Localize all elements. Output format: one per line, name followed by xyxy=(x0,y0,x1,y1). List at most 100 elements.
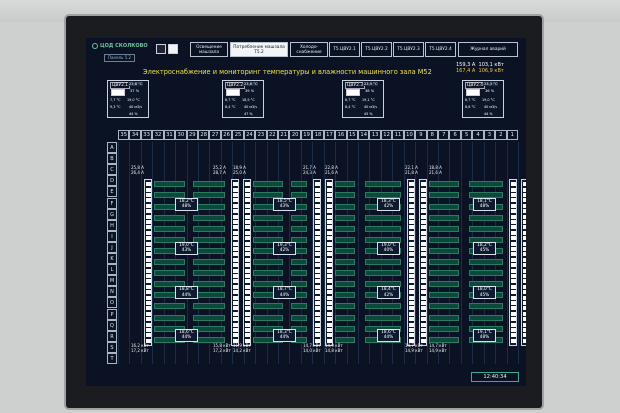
rack-row[interactable] xyxy=(407,179,415,346)
cooling-unit-4[interactable]: ЦВУ2.4 23,3 °С 36 % 6,7 °С 19,0 °С 8,6 °С 40 м… xyxy=(462,80,504,118)
climate-sensor[interactable]: 19,1°C 48% xyxy=(473,328,496,342)
rack-slot xyxy=(327,230,332,235)
home-icon[interactable] xyxy=(168,44,178,54)
rack-slot xyxy=(233,198,238,203)
rack-slot xyxy=(315,247,320,252)
rack-row[interactable] xyxy=(509,179,517,346)
rack-slot xyxy=(315,220,320,225)
rack-slot xyxy=(409,193,414,198)
rack-slot xyxy=(511,257,516,262)
rack-slot xyxy=(327,317,332,322)
row-header-T: T xyxy=(107,352,117,364)
tab-1[interactable]: Освещение машзала xyxy=(190,42,228,57)
back-icon[interactable] xyxy=(156,44,166,54)
rack-slot xyxy=(146,328,151,333)
tab-8[interactable]: Журнал аварий xyxy=(458,42,518,57)
rack-slot xyxy=(233,209,238,214)
server-bar xyxy=(469,303,503,310)
server-bar xyxy=(193,214,225,221)
rack-slot xyxy=(315,257,320,262)
rack-slot xyxy=(421,333,426,338)
column-header-22: 22 xyxy=(266,130,278,140)
climate-sensor[interactable]: 18,3°C 42% xyxy=(377,197,400,211)
hmi-screen: ЦОД СКОЛКОВО Панель 5.2 Освещение машзал… xyxy=(86,38,526,386)
row-header-D: D xyxy=(107,175,117,187)
supply-water-temp: 7,7 °С xyxy=(110,98,121,102)
sensor-humidity: 40% xyxy=(383,248,394,254)
server-bar xyxy=(335,192,355,199)
return-water-temp: 8,4 °С xyxy=(345,105,356,109)
cooling-unit-1[interactable]: ЦВУ2.1 23,8 °С 37 % 7,7 °С 19,0 °С 9,3 °С 40 м… xyxy=(107,80,149,118)
rack-slot xyxy=(315,214,320,219)
valve-indicator xyxy=(111,89,125,96)
rack-slot xyxy=(233,333,238,338)
climate-sensor[interactable]: 18,4°C 42% xyxy=(377,286,400,300)
server-bar xyxy=(365,259,401,265)
server-bar xyxy=(429,303,459,310)
rack-row[interactable] xyxy=(419,179,427,346)
rack-slot xyxy=(233,236,238,241)
climate-sensor[interactable]: 19,0°C 40% xyxy=(377,241,400,255)
rack-slot xyxy=(523,236,526,241)
rack-slot xyxy=(233,274,238,279)
rack-slot xyxy=(409,306,414,311)
tab-3[interactable]: Холодо-снабжение xyxy=(290,42,328,57)
rack-slot xyxy=(409,333,414,338)
rack-row[interactable] xyxy=(144,179,152,346)
rack-row[interactable] xyxy=(313,179,321,346)
server-bar xyxy=(335,325,355,332)
column-header-12: 12 xyxy=(380,130,393,140)
server-bar xyxy=(335,292,355,299)
sensor-humidity: 45% xyxy=(479,292,490,298)
server-bar xyxy=(291,181,307,188)
grid-line xyxy=(140,142,142,364)
tab-5[interactable]: Т5.ЦВУ2.2 xyxy=(361,42,392,57)
server-bar xyxy=(193,270,225,277)
rack-row[interactable] xyxy=(325,179,333,346)
rack-slot xyxy=(421,225,426,230)
climate-sensor[interactable]: 19,3°C 42% xyxy=(273,241,296,255)
return-water-temp: 8,6 °С xyxy=(465,105,476,109)
sensor-humidity: 43% xyxy=(181,248,192,254)
climate-sensor[interactable]: 18,2°C 48% xyxy=(175,197,198,211)
rack-slot xyxy=(315,263,320,268)
climate-sensor[interactable]: 18,6°C 44% xyxy=(175,328,198,342)
sensor-humidity: 45% xyxy=(479,248,490,254)
rack-current-right: 18,8 А 21,6 А xyxy=(429,165,442,175)
server-bar xyxy=(429,281,459,288)
climate-sensor[interactable]: 18,7°C 44% xyxy=(273,286,296,300)
rack-slot xyxy=(523,214,526,219)
server-bar xyxy=(335,259,355,265)
climate-sensor[interactable]: 18,3°C 44% xyxy=(273,328,296,342)
rack-slot xyxy=(511,290,516,295)
tab-4[interactable]: Т5.ЦВУ2.1 xyxy=(329,42,360,57)
rack-row[interactable] xyxy=(243,179,251,346)
tab-6[interactable]: Т5.ЦВУ2.3 xyxy=(393,42,424,57)
rack-slot xyxy=(511,322,516,327)
rack-slot xyxy=(409,263,414,268)
cooling-unit-2[interactable]: ЦВУ2.2 23,8 °С 39 % 6,7 °С 18,9 °С 8,4 °С 40 м… xyxy=(222,80,264,118)
rack-slot xyxy=(523,328,526,333)
climate-sensor[interactable]: 18,2°C 45% xyxy=(473,241,496,255)
climate-sensor[interactable]: 18,8°C 44% xyxy=(175,286,198,300)
rack-slot xyxy=(245,290,250,295)
row-header-F: F xyxy=(107,197,117,209)
rack-row[interactable] xyxy=(521,179,526,346)
climate-sensor[interactable]: 19,0°C 43% xyxy=(175,241,198,255)
rack-slot xyxy=(421,295,426,300)
rack-slot xyxy=(523,301,526,306)
climate-sensor[interactable]: 18,0°C 45% xyxy=(473,286,496,300)
tab-2[interactable]: Потребление машзала Т5.2 xyxy=(230,42,288,57)
rack-slot xyxy=(327,328,332,333)
rack-slot xyxy=(233,220,238,225)
climate-sensor[interactable]: 18,5°C 43% xyxy=(273,197,296,211)
rack-slot xyxy=(409,301,414,306)
cooling-unit-3[interactable]: ЦВУ2.3 23,9 °С 38 % 6,7 °С 19,1 °С 8,4 °С 40 м… xyxy=(342,80,384,118)
rack-slot xyxy=(233,268,238,273)
rack-slot xyxy=(409,252,414,257)
tab-7[interactable]: Т5.ЦВУ2.4 xyxy=(425,42,456,57)
climate-sensor[interactable]: 18,1°C 48% xyxy=(473,197,496,211)
rack-row[interactable] xyxy=(231,179,239,346)
unit-humidity: 36 % xyxy=(485,89,495,93)
climate-sensor[interactable]: 18,6°C 44% xyxy=(377,328,400,342)
